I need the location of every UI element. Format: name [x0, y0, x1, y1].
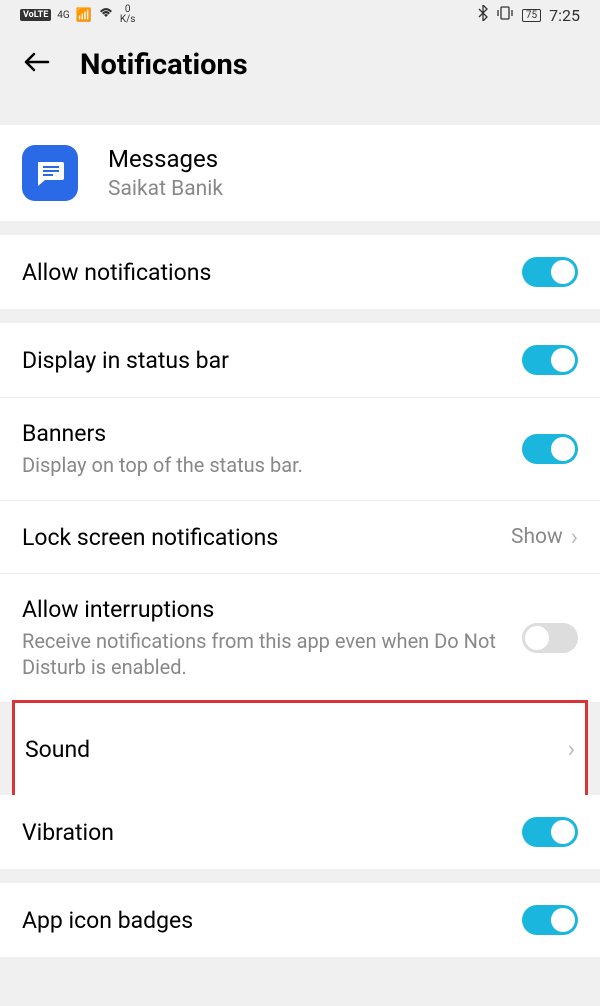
lock-screen-value: Show — [511, 525, 563, 549]
app-info-section: Messages Saikat Banik — [0, 125, 600, 221]
allow-notifications-label: Allow notifications — [22, 259, 522, 286]
banners-sublabel: Display on top of the status bar. — [22, 452, 522, 478]
banners-label: Banners — [22, 420, 522, 447]
vibration-label: Vibration — [22, 819, 522, 846]
lock-screen-row[interactable]: Lock screen notifications Show › — [0, 501, 600, 574]
chevron-right-icon: › — [568, 735, 575, 763]
allow-interruptions-sublabel: Receive notifications from this app even… — [22, 628, 522, 680]
page-title: Notifications — [80, 48, 248, 82]
chevron-right-icon: › — [571, 523, 578, 551]
allow-interruptions-toggle[interactable] — [522, 623, 578, 653]
banners-row[interactable]: Banners Display on top of the status bar… — [0, 398, 600, 501]
vibration-toggle[interactable] — [522, 817, 578, 847]
battery-indicator: 75 — [522, 9, 541, 22]
sound-row[interactable]: Sound › — [15, 703, 585, 795]
sound-label: Sound — [25, 736, 568, 763]
lock-screen-label: Lock screen notifications — [22, 524, 511, 551]
app-icon-badges-toggle[interactable] — [522, 905, 578, 935]
app-name: Messages — [108, 145, 223, 173]
allow-notifications-toggle[interactable] — [522, 257, 578, 287]
time-indicator: 7:25 — [549, 6, 580, 25]
display-status-bar-toggle[interactable] — [522, 345, 578, 375]
allow-notifications-row[interactable]: Allow notifications — [0, 235, 600, 309]
banners-toggle[interactable] — [522, 434, 578, 464]
app-icon-badges-row[interactable]: App icon badges — [0, 883, 600, 957]
allow-interruptions-label: Allow interruptions — [22, 596, 522, 623]
vibration-row[interactable]: Vibration — [0, 795, 600, 869]
vibrate-icon — [496, 6, 514, 24]
sound-highlight: Sound › — [12, 700, 588, 798]
volte-indicator: VoLTE — [20, 9, 51, 21]
messages-app-icon — [22, 145, 78, 201]
header: Notifications — [0, 30, 600, 100]
display-status-bar-label: Display in status bar — [22, 347, 522, 374]
bluetooth-icon — [478, 5, 488, 25]
network-indicator: 4G — [57, 10, 69, 21]
allow-interruptions-row[interactable]: Allow interruptions Receive notification… — [0, 574, 600, 703]
app-icon-badges-label: App icon badges — [22, 907, 522, 934]
speed-indicator: 0 K/s — [120, 5, 136, 25]
status-bar: VoLTE 4G 📶 0 K/s 75 7:25 — [0, 0, 600, 30]
signal-icon: 📶 — [76, 8, 92, 23]
app-owner: Saikat Banik — [108, 177, 223, 201]
wifi-icon — [98, 7, 114, 23]
back-button[interactable] — [22, 47, 52, 83]
display-status-bar-row[interactable]: Display in status bar — [0, 323, 600, 398]
